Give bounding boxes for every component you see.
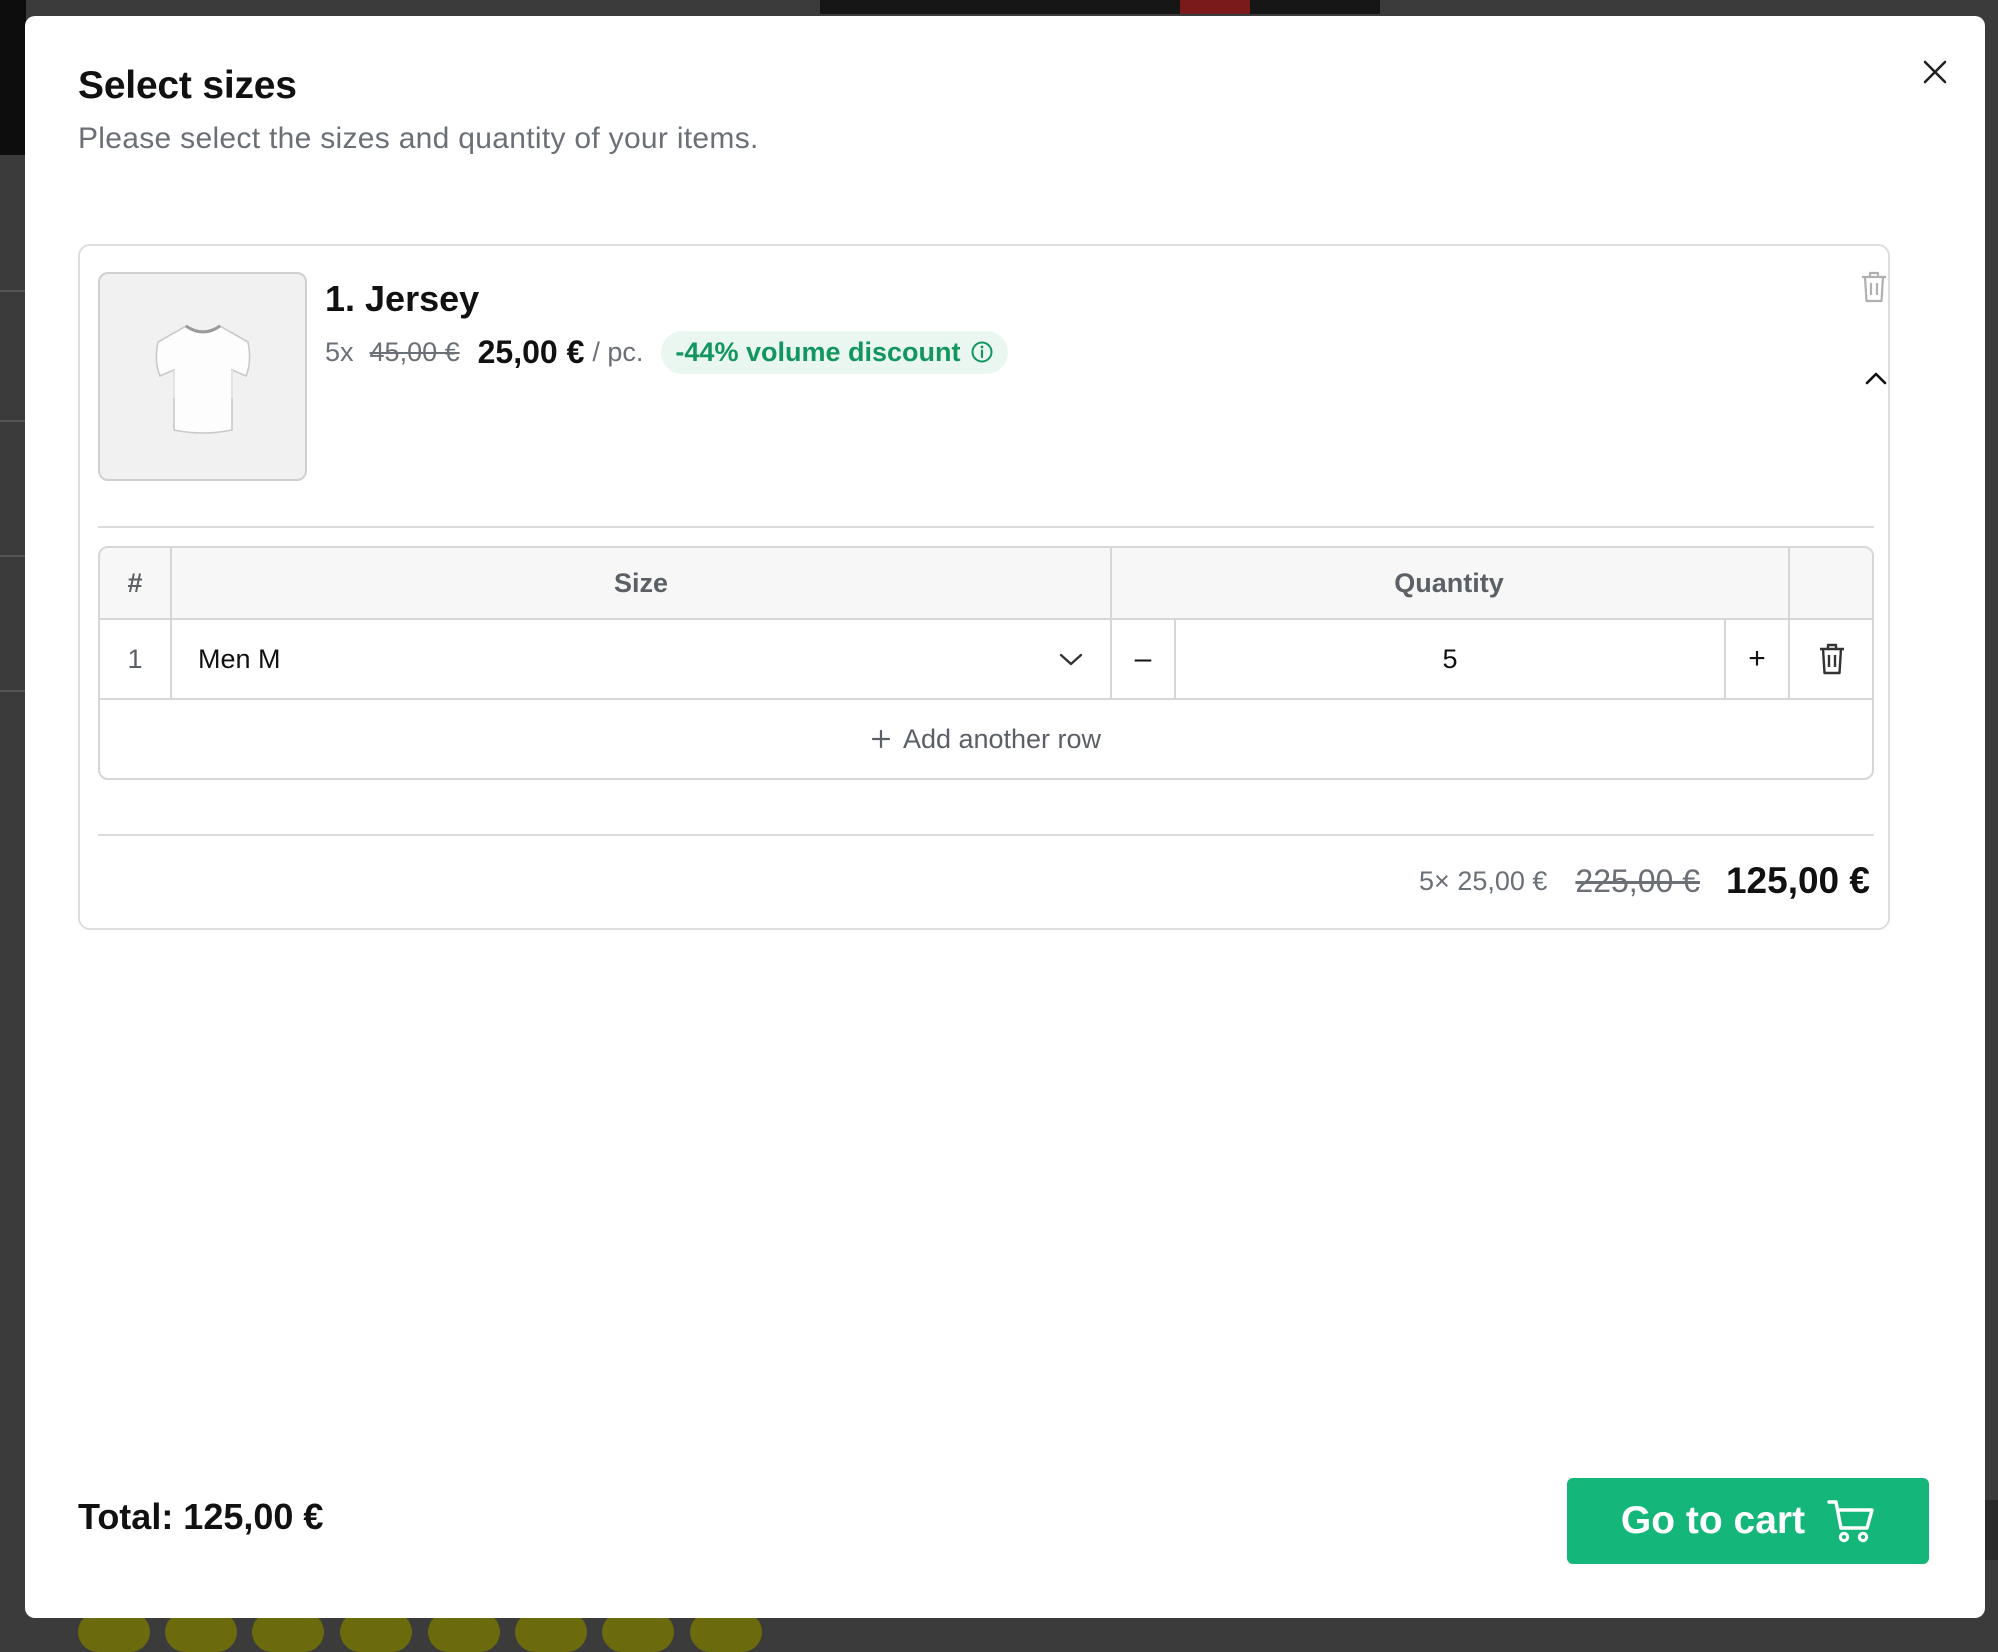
- backdrop-swatch: [78, 1612, 150, 1652]
- t-shirt-icon: [155, 324, 250, 434]
- go-to-cart-button[interactable]: Go to cart: [1567, 1478, 1929, 1564]
- backdrop-swatch: [690, 1612, 762, 1652]
- item-summary: 5× 25,00 € 225,00 € 125,00 €: [1419, 856, 1870, 906]
- close-icon: [1923, 60, 1947, 84]
- quantity-input[interactable]: [1176, 642, 1724, 676]
- quantity-cell: [1176, 620, 1724, 698]
- backdrop-edge: [1984, 1500, 1998, 1560]
- backdrop-swatch: [340, 1612, 412, 1652]
- size-select-value: Men M: [198, 643, 281, 674]
- header-size: Size: [613, 567, 669, 598]
- sizes-table: # Size Quantity 1 Men M – 5 + Add anothe…: [98, 546, 1874, 780]
- remove-row-button[interactable]: [1790, 620, 1872, 698]
- per-unit-label: / pc.: [592, 336, 644, 367]
- close-button[interactable]: [1913, 50, 1957, 94]
- backdrop-divider: [0, 290, 26, 292]
- unit-price: 25,00 €: [477, 333, 585, 370]
- info-icon: [971, 341, 993, 363]
- header-quantity: Quantity: [1394, 567, 1504, 598]
- add-row-label: Add another row: [902, 723, 1102, 754]
- backdrop-divider: [0, 420, 26, 422]
- modal-subtitle: Please select the sizes and quantity of …: [78, 122, 759, 155]
- plus-icon: [871, 729, 891, 749]
- decrement-button[interactable]: –: [1112, 620, 1174, 698]
- card-divider: [98, 834, 1874, 836]
- header-number: #: [127, 567, 143, 598]
- trash-icon: [1820, 643, 1844, 675]
- old-unit-price: 45,00 €: [369, 336, 460, 367]
- go-to-cart-label: Go to cart: [1620, 1499, 1806, 1542]
- increment-button[interactable]: +: [1726, 620, 1788, 698]
- backdrop-header-bar: [0, 0, 26, 155]
- backdrop-swatch: [428, 1612, 500, 1652]
- item-name: 1. Jersey: [325, 278, 480, 319]
- discount-badge-label: -44% volume discount: [675, 336, 961, 367]
- backdrop-swatch: [602, 1612, 674, 1652]
- remove-item-button[interactable]: [1856, 267, 1892, 307]
- backdrop-divider: [0, 555, 26, 557]
- select-sizes-modal: Select sizes Please select the sizes and…: [25, 16, 1985, 1618]
- grand-total: Total: 125,00 €: [78, 1496, 324, 1537]
- summary-total: 125,00 €: [1725, 860, 1870, 901]
- chevron-down-icon: [1059, 653, 1083, 666]
- item-thumbnail: [98, 272, 307, 481]
- backdrop-swatch: [515, 1612, 587, 1652]
- discount-badge[interactable]: -44% volume discount: [661, 330, 1009, 374]
- shopping-cart-icon: [1827, 1500, 1874, 1543]
- backdrop-divider: [0, 690, 26, 692]
- row-number: 1: [127, 643, 143, 674]
- trash-icon: [1862, 271, 1886, 303]
- item-card: 1. Jersey 5x 45,00 € 25,00 € / pc. -44% …: [78, 244, 1890, 930]
- size-select[interactable]: Men M: [172, 620, 1110, 698]
- card-divider: [98, 526, 1874, 528]
- table-row: 1 Men M – +: [100, 620, 1872, 700]
- table-header: # Size Quantity: [100, 548, 1872, 620]
- chevron-up-icon: [1865, 372, 1887, 385]
- backdrop-swatch: [165, 1612, 237, 1652]
- modal-title: Select sizes: [78, 64, 297, 107]
- price-row: 5x 45,00 € 25,00 € / pc. -44% volume dis…: [325, 330, 1009, 374]
- backdrop-logo-area: [820, 0, 1380, 14]
- collapse-item-button[interactable]: [1856, 358, 1896, 398]
- backdrop-swatch: [252, 1612, 324, 1652]
- summary-calculation: 5× 25,00 €: [1419, 865, 1548, 896]
- summary-old-total: 225,00 €: [1575, 862, 1700, 899]
- add-row-button[interactable]: Add another row: [100, 700, 1872, 778]
- backdrop-logo-accent: [1180, 0, 1250, 14]
- quantity-prefix: 5x: [325, 336, 354, 367]
